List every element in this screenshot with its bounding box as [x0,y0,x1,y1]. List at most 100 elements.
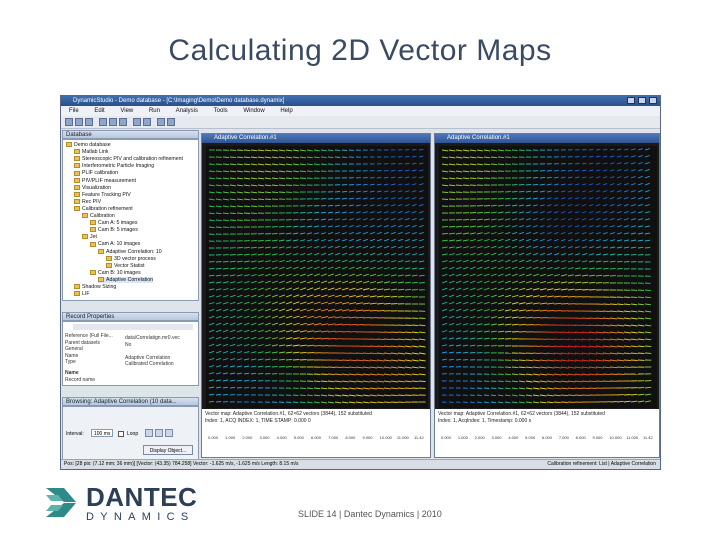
info-line-2: Index: 1, AcqIndex: 1, Timestamp: 0.000 … [438,418,532,424]
tree-item[interactable]: Feature Tracking PIV [74,192,131,198]
folder-icon [74,291,80,297]
menu-file[interactable]: File [69,108,79,114]
copy-icon[interactable] [109,118,117,126]
vector-window-right[interactable]: Adaptive Correlation.#1 Vector map: Adap… [434,133,660,458]
zoom-icon[interactable] [167,118,175,126]
info-line-1: Vector map: Adaptive Correlation.#1, 62×… [205,411,372,417]
property-key: General [65,346,83,352]
next-icon[interactable] [165,429,173,437]
display-object-button[interactable]: Display Object... [143,445,193,455]
tree-item[interactable]: Cam B: 5 images [90,227,138,233]
open-icon[interactable] [75,118,83,126]
tree-item[interactable]: Calibration refinement [74,206,133,212]
folder-icon [106,262,112,268]
tree-item[interactable]: Stereoscopic PIV and calibration refinem… [74,156,183,162]
colorbar-tick: 8.000 [576,435,587,440]
loop-label: Loop [127,431,139,437]
loop-checkbox[interactable] [118,431,124,437]
menu-run[interactable]: Run [149,108,160,114]
folder-icon [74,206,80,212]
colorbar-tick: 5.000 [525,435,536,440]
prev-icon[interactable] [145,429,153,437]
colorbar-tick: 6.000 [542,435,553,440]
property-row[interactable]: Type Calibrated Correlation [65,359,196,367]
folder-icon [90,269,96,275]
property-row[interactable]: Name Adaptive Correlation [65,353,196,361]
menu-view[interactable]: View [120,108,133,114]
tree-item-label: Jet [90,234,97,241]
tree-item[interactable]: Rec PIV [74,199,101,205]
property-row[interactable]: Parent datasets No [65,340,196,348]
properties-toolbar [73,324,193,330]
property-row[interactable]: Reference (Full File... data\Correlatign.… [65,333,196,341]
analysis-icon[interactable] [157,118,165,126]
menu-window[interactable]: Window [243,108,264,114]
toolbar [61,116,660,129]
property-section-name: Name [65,370,79,376]
play-icon[interactable] [155,429,163,437]
menu-analysis[interactable]: Analysis [176,108,198,114]
folder-icon [74,184,80,190]
interval-input[interactable]: 100 ms [91,429,113,437]
tree-item[interactable]: Jet [82,234,97,240]
save-icon[interactable] [85,118,93,126]
tree-item[interactable]: Demo database [66,142,111,148]
properties-panel-title: Record Properties [66,314,115,320]
folder-icon [66,142,72,148]
status-text: Pos: [28 pix: (7.12 mm; 36 mm)] [Vector:… [64,461,299,467]
menu-help[interactable]: Help [280,108,292,114]
minimize-button[interactable] [627,97,635,104]
slide-footer: SLIDE 14 | Dantec Dynamics | 2010 [298,509,442,519]
folder-icon [90,241,96,247]
folder-icon [98,277,104,283]
tree-item[interactable]: Visualization [74,185,111,191]
tree-item-label: Matlab Link [82,149,109,156]
tree-item[interactable]: Interferometric Particle Imaging [74,163,154,169]
paste-icon[interactable] [119,118,127,126]
colorbar-tick: 1.000 [458,435,469,440]
folder-icon [82,213,88,219]
stop-icon[interactable] [143,118,151,126]
tree-item[interactable]: 3D vector process [106,256,156,262]
vector-window-right-title: Adaptive Correlation.#1 [435,134,659,143]
menu-tools[interactable]: Tools [214,108,228,114]
new-icon[interactable] [65,118,73,126]
tree-item[interactable]: Cam A: 5 images [90,220,138,226]
colorbar-tick: 0.000 [208,435,219,440]
maximize-button[interactable] [638,97,646,104]
folder-icon [74,163,80,169]
cut-icon[interactable] [99,118,107,126]
property-key: Type [65,359,76,365]
app-window: DynamicStudio - Demo database - [C:\Imag… [60,95,661,470]
vector-map-left[interactable] [206,146,428,408]
folder-icon [90,227,96,233]
colorbar-tick: 7.000 [328,435,339,440]
vector-window-left[interactable]: Adaptive Correlation.#1 Vector map: Adap… [201,133,431,458]
folder-icon [74,191,80,197]
tree-item[interactable]: Cam B: 10 images [90,270,141,276]
tree-item[interactable]: Adaptive Correlation [98,276,154,283]
tree-item[interactable]: Vector Statist [106,263,145,269]
close-button[interactable] [649,97,657,104]
browse-panel-title: Browsing: Adaptive Correlation (10 data.… [66,399,177,405]
colorbar-tick: 11.000 [397,435,410,440]
colorbar-tick: 4.000 [508,435,519,440]
tree-item[interactable]: Calibration [82,213,115,219]
property-row[interactable]: General [65,346,196,352]
colorbar-tick: 3.000 [492,435,503,440]
tree-item[interactable]: PIV/PLIF measurement [74,178,136,184]
tree-item[interactable]: PLIF calibration [74,170,118,176]
colorbar-tick: 11.42 [643,435,653,440]
colorbar-tick: 6.000 [311,435,322,440]
tree-item[interactable]: Shadow Sizing [74,284,116,290]
tree-item[interactable]: Matlab Link [74,149,109,155]
tree-item[interactable]: Cam A: 10 images [90,241,140,247]
slide-title: Calculating 2D Vector Maps [168,34,552,67]
vector-map-right[interactable] [439,146,657,408]
tree-item[interactable]: Adaptive Correlation: 10 [98,249,162,255]
run-icon[interactable] [133,118,141,126]
tree-item[interactable]: LIF [74,291,90,297]
menu-edit[interactable]: Edit [94,108,104,114]
tree-item-label: Adaptive Correlation [106,276,154,283]
tree-item-label: Rec PIV [82,198,102,205]
